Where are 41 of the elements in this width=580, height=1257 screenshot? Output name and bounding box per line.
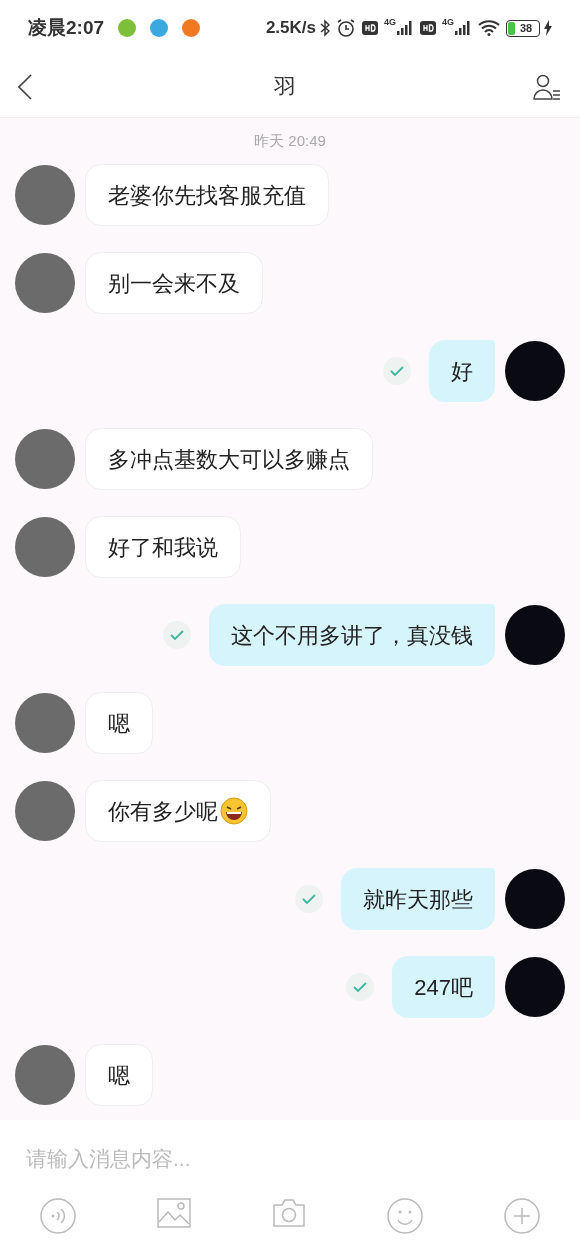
outgoing-message: 这个不用多讲了，真没钱 [209, 604, 495, 666]
battery-indicator: 38 [506, 19, 540, 37]
network-type-label: 4G [442, 16, 454, 29]
incoming-message: 好了和我说 [85, 516, 241, 578]
incoming-message: 你有多少呢 [85, 780, 271, 842]
signal-icon [396, 20, 414, 36]
bluetooth-icon [319, 19, 330, 37]
outgoing-message: 好 [429, 340, 495, 402]
user-avatar[interactable] [505, 957, 565, 1017]
incoming-message: 嗯 [85, 692, 153, 754]
app-icon [150, 19, 169, 37]
contact-avatar[interactable] [15, 253, 75, 313]
hd-icon [361, 21, 378, 35]
status-time: 凌晨2:07 [28, 15, 105, 40]
outgoing-message: 就昨天那些 [341, 868, 495, 930]
contact-avatar[interactable] [15, 165, 75, 225]
alarm-icon [335, 18, 356, 38]
incoming-message: 嗯 [85, 1044, 153, 1106]
incoming-message: 别一会来不及 [85, 252, 263, 314]
hd-icon [420, 21, 436, 35]
incoming-message: 多冲点基数大可以多赚点 [85, 428, 373, 490]
user-avatar[interactable] [505, 869, 565, 929]
incoming-message: 老婆你先找客服充值 [85, 164, 329, 226]
app-icon [182, 19, 201, 37]
chat-app-icon [118, 19, 137, 37]
contact-avatar[interactable] [15, 1045, 75, 1105]
contact-avatar[interactable] [15, 781, 75, 841]
network-type-label: 4G [383, 16, 396, 29]
user-avatar[interactable] [505, 341, 565, 401]
contact-avatar[interactable] [15, 693, 75, 753]
wifi-icon [478, 20, 500, 36]
contact-avatar[interactable] [15, 517, 75, 577]
message-timestamp: 昨天 20:49 [254, 130, 326, 151]
user-avatar[interactable] [505, 605, 565, 665]
signal-icon [454, 20, 472, 36]
contact-avatar[interactable] [15, 429, 75, 489]
charging-icon [544, 20, 552, 36]
network-speed: 2.5K/s [265, 17, 316, 40]
message-input[interactable]: 请输入消息内容... [0, 1120, 580, 1198]
outgoing-message: 247吧 [392, 956, 495, 1018]
chat-title: 羽 [273, 73, 297, 101]
